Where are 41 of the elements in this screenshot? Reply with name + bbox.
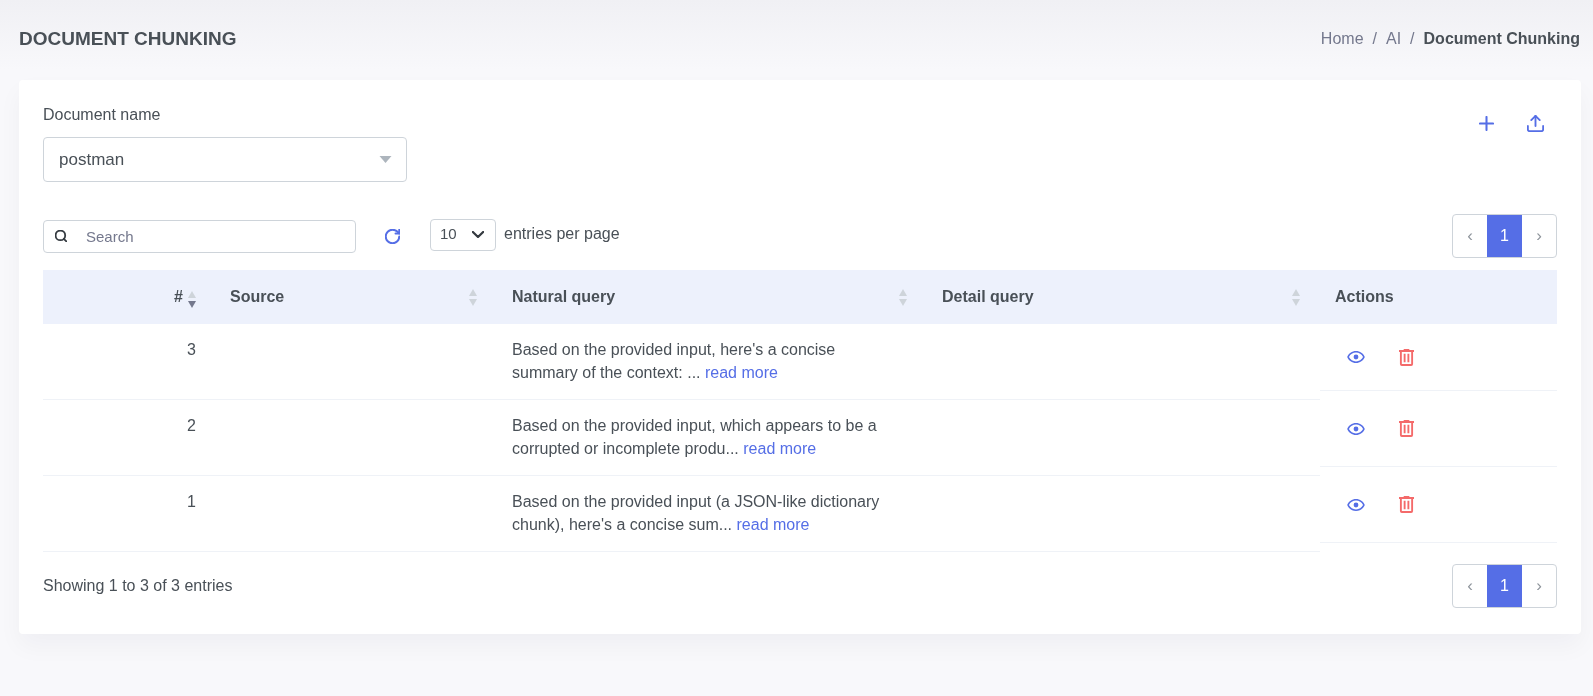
page-title: DOCUMENT CHUNKING (19, 26, 237, 51)
read-more-link[interactable]: read more (704, 364, 778, 381)
column-header: Actions (1335, 287, 1394, 307)
search-field[interactable]: Search (43, 219, 356, 253)
row-number: 3 (187, 341, 196, 358)
trash-icon[interactable] (1399, 348, 1414, 366)
document-select[interactable]: postman (43, 137, 407, 182)
column-header[interactable]: Detail query (942, 285, 1034, 309)
page-button[interactable]: 1 (1487, 565, 1522, 607)
trash-icon[interactable] (1399, 496, 1414, 513)
row-number: 1 (187, 493, 196, 510)
field-label: Document name (43, 105, 162, 125)
page-size-select[interactable]: 10 (430, 218, 496, 251)
column-header[interactable]: # (174, 285, 183, 309)
read-more-link[interactable]: read more (743, 440, 817, 457)
row-number: 2 (187, 417, 196, 434)
refresh-icon[interactable] (385, 228, 400, 244)
breadcrumb-link[interactable]: AI (1386, 27, 1402, 51)
trash-icon[interactable] (1399, 420, 1414, 437)
query-text: Based on the provided input, which appears to be a corrupted or incomplete produ... read more (512, 416, 878, 459)
eye-icon[interactable] (1347, 422, 1365, 435)
entries-info: Showing 1 to 3 of 3 entries (43, 576, 233, 596)
breadcrumb-separator: / (1371, 29, 1378, 49)
query-text: Based on the provided input (a JSON-like dictionary chunk), here's a concise sum... read more (512, 492, 881, 535)
caret-icon (379, 156, 392, 163)
column-header[interactable]: Source (230, 285, 285, 309)
eye-icon[interactable] (1347, 351, 1365, 363)
entries-per-page-label: entries per page (504, 223, 620, 244)
column-header[interactable]: Natural query (512, 285, 616, 309)
search-icon (55, 229, 67, 242)
breadcrumb-current: Document Chunking (1423, 29, 1580, 49)
sort-icon[interactable] (188, 291, 196, 308)
read-more-link[interactable]: read more (736, 516, 810, 533)
breadcrumb-separator: / (1409, 29, 1416, 49)
chevron-down-icon (472, 231, 484, 238)
upload-icon[interactable] (1527, 115, 1544, 132)
plus-icon[interactable] (1479, 116, 1494, 131)
eye-icon[interactable] (1347, 498, 1365, 511)
query-text: Based on the provided input, here's a concise summary of the context: ... read more (512, 340, 837, 383)
page-button[interactable]: 1 (1487, 215, 1522, 257)
breadcrumb-link[interactable]: Home (1320, 27, 1364, 51)
